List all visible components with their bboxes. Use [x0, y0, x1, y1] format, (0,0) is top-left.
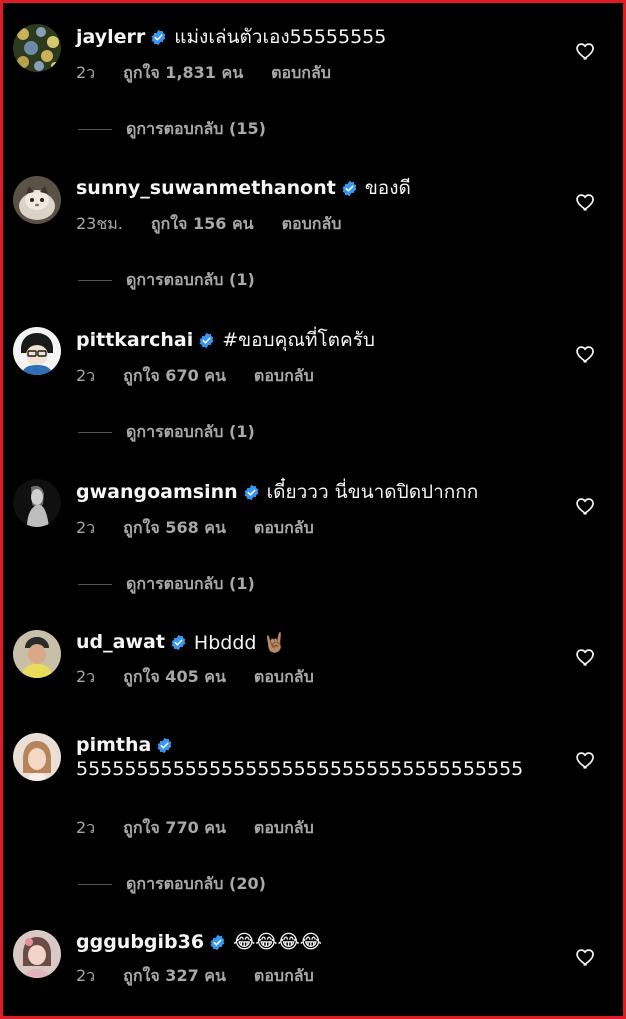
- comment-time: 2ว: [76, 517, 96, 537]
- avatar[interactable]: [13, 930, 61, 978]
- heart-outline-icon[interactable]: [575, 40, 597, 62]
- view-replies-button[interactable]: ดูการตอบกลับ (1): [0, 571, 255, 597]
- comment-header: gwangoamsinn เดี๋ยววว นี่ขนาดปิดปากกก: [76, 477, 478, 507]
- view-replies-button[interactable]: ดูการตอบกลับ (1): [0, 419, 255, 445]
- verified-badge-icon: [209, 934, 226, 951]
- likes-count[interactable]: ถูกใจ 568 คน: [123, 516, 226, 541]
- comment-header: jaylerr แม่งเล่นตัวเอง55555555: [76, 22, 386, 52]
- comment-meta: 2ว ถูกใจ 405 คน ตอบกลับ: [76, 664, 314, 690]
- reply-button[interactable]: ตอบกลับ: [254, 364, 314, 389]
- comment-text: แม่งเล่นตัวเอง55555555: [174, 26, 387, 48]
- avatar[interactable]: [13, 630, 61, 678]
- comment-meta: 2ว ถูกใจ 327 คน ตอบกลับ: [76, 963, 314, 989]
- heart-outline-icon[interactable]: [575, 946, 597, 968]
- view-replies-button[interactable]: ดูการตอบกลับ (20): [0, 871, 266, 897]
- avatar[interactable]: [13, 24, 61, 72]
- heart-outline-icon[interactable]: [575, 191, 597, 213]
- reply-button[interactable]: ตอบกลับ: [254, 665, 314, 690]
- comment-header: pittkarchai #ขอบคุณที่โตครับ: [76, 325, 375, 355]
- heart-outline-icon[interactable]: [575, 343, 597, 365]
- divider-line: [78, 883, 112, 885]
- comment-header: sunny_suwanmethanont ของดี: [76, 173, 411, 203]
- avatar[interactable]: [13, 479, 61, 527]
- verified-badge-icon: [150, 29, 167, 46]
- comment-meta: 2ว ถูกใจ 670 คน ตอบกลับ: [76, 363, 314, 389]
- likes-count[interactable]: ถูกใจ 327 คน: [123, 964, 226, 989]
- likes-count[interactable]: ถูกใจ 770 คน: [123, 816, 226, 841]
- username[interactable]: pittkarchai: [76, 329, 193, 351]
- comment-header: gggubgib36 😂😂😂😂: [76, 927, 322, 957]
- comment-text: ของดี: [364, 177, 411, 199]
- comment-header: ud_awat Hbddd 🤘🏽: [76, 627, 286, 657]
- comment-meta: 2ว ถูกใจ 568 คน ตอบกลับ: [76, 515, 314, 541]
- comment-text: 😂😂😂😂: [233, 931, 322, 953]
- username[interactable]: gwangoamsinn: [76, 481, 238, 503]
- reply-button[interactable]: ตอบกลับ: [254, 816, 314, 841]
- avatar[interactable]: [13, 176, 61, 224]
- view-replies-button[interactable]: ดูการตอบกลับ (1): [0, 267, 255, 293]
- heart-outline-icon[interactable]: [575, 646, 597, 668]
- comment-text: #ขอบคุณที่โตครับ: [222, 329, 375, 351]
- verified-badge-icon: [243, 484, 260, 501]
- username[interactable]: ud_awat: [76, 631, 165, 653]
- username[interactable]: pimtha: [76, 734, 151, 756]
- divider-line: [78, 431, 112, 433]
- view-replies-button[interactable]: ดูการตอบกลับ (15): [0, 116, 266, 142]
- view-replies-label: ดูการตอบกลับ (1): [126, 421, 255, 441]
- verified-badge-icon: [170, 634, 187, 651]
- username[interactable]: jaylerr: [76, 26, 145, 48]
- divider-line: [78, 128, 112, 130]
- verified-badge-icon: [156, 737, 173, 754]
- comment-time: 23ชม.: [76, 213, 123, 233]
- view-replies-label: ดูการตอบกลับ (1): [126, 573, 255, 593]
- comment-meta: 23ชม. ถูกใจ 156 คน ตอบกลับ: [76, 211, 341, 237]
- comment-time: 2ว: [76, 666, 96, 686]
- comment-time: 2ว: [76, 365, 96, 385]
- likes-count[interactable]: ถูกใจ 405 คน: [123, 665, 226, 690]
- username[interactable]: sunny_suwanmethanont: [76, 177, 336, 199]
- reply-button[interactable]: ตอบกลับ: [254, 516, 314, 541]
- comment-meta: 2ว ถูกใจ 1,831 คน ตอบกลับ: [76, 60, 331, 86]
- comment-text: เดี๋ยววว นี่ขนาดปิดปากกก: [266, 481, 479, 503]
- reply-button[interactable]: ตอบกลับ: [271, 61, 331, 86]
- comment-time: 2ว: [76, 965, 96, 985]
- avatar[interactable]: [13, 733, 61, 781]
- comment-text: 5555555555555555555555555555555555555: [76, 758, 524, 780]
- view-replies-label: ดูการตอบกลับ (15): [126, 118, 266, 138]
- comment-text: Hbddd 🤘🏽: [193, 631, 287, 654]
- view-replies-label: ดูการตอบกลับ (20): [126, 873, 266, 893]
- likes-count[interactable]: ถูกใจ 156 คน: [151, 212, 254, 237]
- comment-meta: 2ว ถูกใจ 770 คน ตอบกลับ: [76, 815, 314, 841]
- view-replies-label: ดูการตอบกลับ (1): [126, 269, 255, 289]
- divider-line: [78, 583, 112, 585]
- divider-line: [78, 279, 112, 281]
- heart-outline-icon[interactable]: [575, 749, 597, 771]
- username[interactable]: gggubgib36: [76, 931, 204, 953]
- verified-badge-icon: [341, 180, 358, 197]
- comment-time: 2ว: [76, 817, 96, 837]
- heart-outline-icon[interactable]: [575, 495, 597, 517]
- verified-badge-icon: [198, 332, 215, 349]
- comment-time: 2ว: [76, 62, 96, 82]
- avatar[interactable]: [13, 327, 61, 375]
- likes-count[interactable]: ถูกใจ 1,831 คน: [123, 61, 243, 86]
- reply-button[interactable]: ตอบกลับ: [282, 212, 342, 237]
- reply-button[interactable]: ตอบกลับ: [254, 964, 314, 989]
- comment-list: jaylerr แม่งเล่นตัวเอง55555555 2ว ถูกใจ …: [0, 0, 626, 1019]
- likes-count[interactable]: ถูกใจ 670 คน: [123, 364, 226, 389]
